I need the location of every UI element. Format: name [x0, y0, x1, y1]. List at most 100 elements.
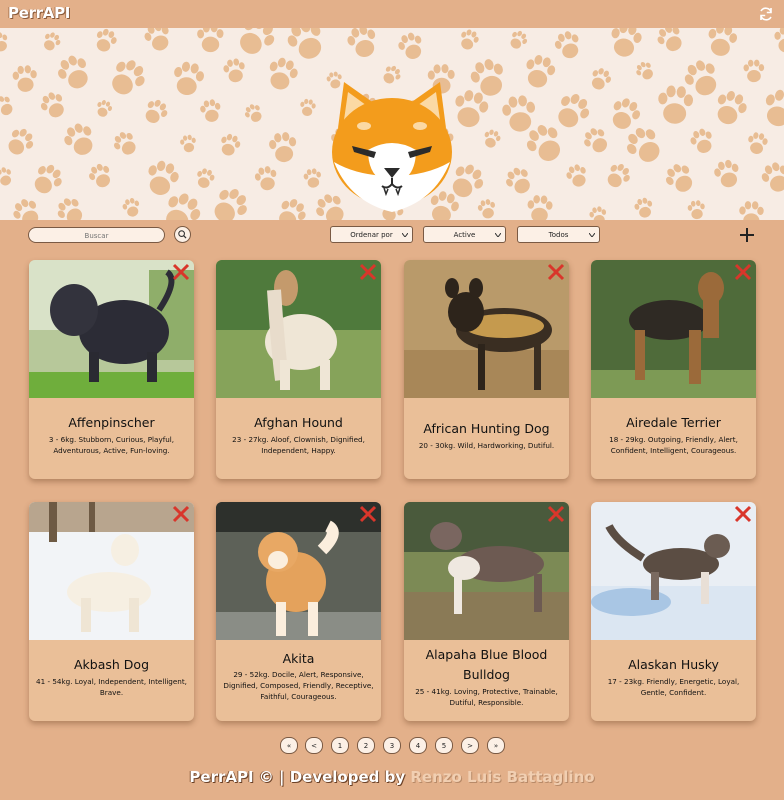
close-icon[interactable] — [734, 263, 752, 281]
paw-icon — [8, 194, 45, 220]
close-icon[interactable] — [359, 263, 377, 281]
breed-card[interactable]: Airedale Terrier 18 - 29kg. Outgoing, Fr… — [591, 260, 756, 479]
footer-author-link[interactable]: Renzo Luis Battaglino — [410, 768, 594, 786]
paw-icon — [679, 55, 725, 102]
paw-icon — [11, 64, 39, 93]
paw-icon — [686, 199, 707, 220]
paw-icon — [506, 28, 531, 53]
footer: PerrAPI © | Developed by Renzo Luis Batt… — [0, 768, 784, 786]
paw-icon — [59, 119, 100, 161]
breed-card[interactable]: Alapaha Blue Blood Bulldog 25 - 41kg. Lo… — [404, 502, 569, 721]
paw-icon — [206, 182, 254, 220]
breed-description: 18 - 29kg. Outgoing, Friendly, Alert, Co… — [609, 435, 738, 455]
paw-icon — [120, 196, 143, 219]
breed-photo — [591, 260, 756, 398]
order-select[interactable]: Ordenar por — [330, 226, 413, 243]
breed-name: Afghan Hound — [254, 415, 343, 430]
refresh-icon[interactable] — [758, 6, 774, 22]
close-icon[interactable] — [547, 505, 565, 523]
breed-card[interactable]: Afghan Hound 23 - 27kg. Aloof, Clownish,… — [216, 260, 381, 479]
paw-icon — [550, 88, 595, 134]
search-icon[interactable] — [174, 226, 191, 243]
page-3-button[interactable]: 3 — [383, 737, 401, 754]
breed-card[interactable]: Akbash Dog 41 - 54kg. Loyal, Independent… — [29, 502, 194, 721]
paw-icon — [526, 194, 554, 220]
breed-photo — [29, 502, 194, 640]
paw-icon — [602, 159, 635, 193]
paw-icon — [466, 55, 511, 101]
paw-icon — [344, 28, 382, 61]
plus-icon[interactable] — [738, 226, 756, 244]
source-select-value: Todos — [548, 230, 569, 239]
chevron-down-icon — [402, 233, 408, 237]
paw-icon — [774, 28, 784, 53]
page-last-button[interactable]: » — [487, 737, 505, 754]
paw-icon — [302, 167, 323, 189]
page-1-button[interactable]: 1 — [331, 737, 349, 754]
paw-icon — [193, 166, 217, 191]
paw-icon — [759, 86, 784, 131]
search-input[interactable] — [28, 227, 165, 243]
source-select[interactable]: Todos — [517, 226, 600, 243]
paw-icon — [241, 101, 266, 126]
paw-icon — [109, 127, 142, 160]
close-icon[interactable] — [734, 505, 752, 523]
breed-name: Alapaha Blue Blood Bulldog — [425, 647, 548, 682]
paw-icon — [500, 93, 538, 134]
breed-card[interactable]: African Hunting Dog 20 - 30kg. Wild, Har… — [404, 260, 569, 479]
breed-description: 29 - 52kg. Docile, Alert, Responsive, Di… — [223, 670, 374, 701]
breed-card[interactable]: Akita 29 - 52kg. Docile, Alert, Responsi… — [216, 502, 381, 721]
paw-icon — [221, 57, 248, 85]
paw-icon — [39, 29, 64, 54]
close-icon[interactable] — [359, 505, 377, 523]
paw-icon — [93, 98, 114, 120]
close-icon[interactable] — [172, 505, 190, 523]
close-icon[interactable] — [172, 263, 190, 281]
page-first-button[interactable]: « — [280, 737, 298, 754]
breed-photo — [404, 260, 569, 398]
page-prev-button[interactable]: < — [305, 737, 323, 754]
breed-photo — [29, 260, 194, 398]
paw-icon — [456, 28, 482, 53]
paw-icon — [588, 205, 609, 220]
paw-icon — [140, 95, 172, 128]
status-select[interactable]: Active — [423, 226, 506, 243]
paw-icon — [620, 121, 668, 170]
paw-icon — [501, 163, 537, 199]
paw-icon — [217, 131, 243, 159]
paw-icon — [170, 59, 207, 98]
breed-description: 41 - 54kg. Loyal, Independent, Intellige… — [36, 677, 187, 697]
paw-icon — [586, 65, 614, 94]
paw-icon — [36, 88, 70, 123]
paw-icon — [481, 127, 503, 150]
paw-icon — [656, 84, 694, 125]
breed-photo — [404, 502, 569, 640]
paw-icon — [52, 193, 89, 220]
paw-icon — [253, 164, 280, 193]
breed-name: Alaskan Husky — [628, 657, 719, 672]
paw-icon — [53, 50, 96, 95]
page-5-button[interactable]: 5 — [435, 737, 453, 754]
paw-icon — [579, 123, 613, 158]
paw-icon — [632, 196, 656, 220]
paw-icon — [142, 157, 182, 199]
paw-icon — [758, 158, 784, 197]
brand-title[interactable]: PerrAPI — [8, 4, 70, 22]
breed-card[interactable]: Alaskan Husky 17 - 23kg. Friendly, Energ… — [591, 502, 756, 721]
paw-icon — [0, 30, 12, 54]
breed-name: Airedale Terrier — [626, 415, 721, 430]
page-4-button[interactable]: 4 — [409, 737, 427, 754]
breed-card[interactable]: Affenpinscher 3 - 6kg. Stubborn, Curious… — [29, 260, 194, 479]
paw-icon — [267, 130, 299, 164]
paw-icon — [231, 28, 281, 62]
breed-description: 17 - 23kg. Friendly, Energetic, Loyal, G… — [607, 677, 740, 697]
page-2-button[interactable]: 2 — [357, 737, 375, 754]
paw-icon — [141, 28, 175, 55]
shiba-logo — [332, 82, 452, 212]
paw-icon — [653, 28, 688, 57]
paw-icon — [745, 131, 769, 156]
page-next-button[interactable]: > — [461, 737, 479, 754]
breed-name: Akbash Dog — [74, 657, 149, 672]
close-icon[interactable] — [547, 263, 565, 281]
paw-icon — [263, 54, 302, 94]
